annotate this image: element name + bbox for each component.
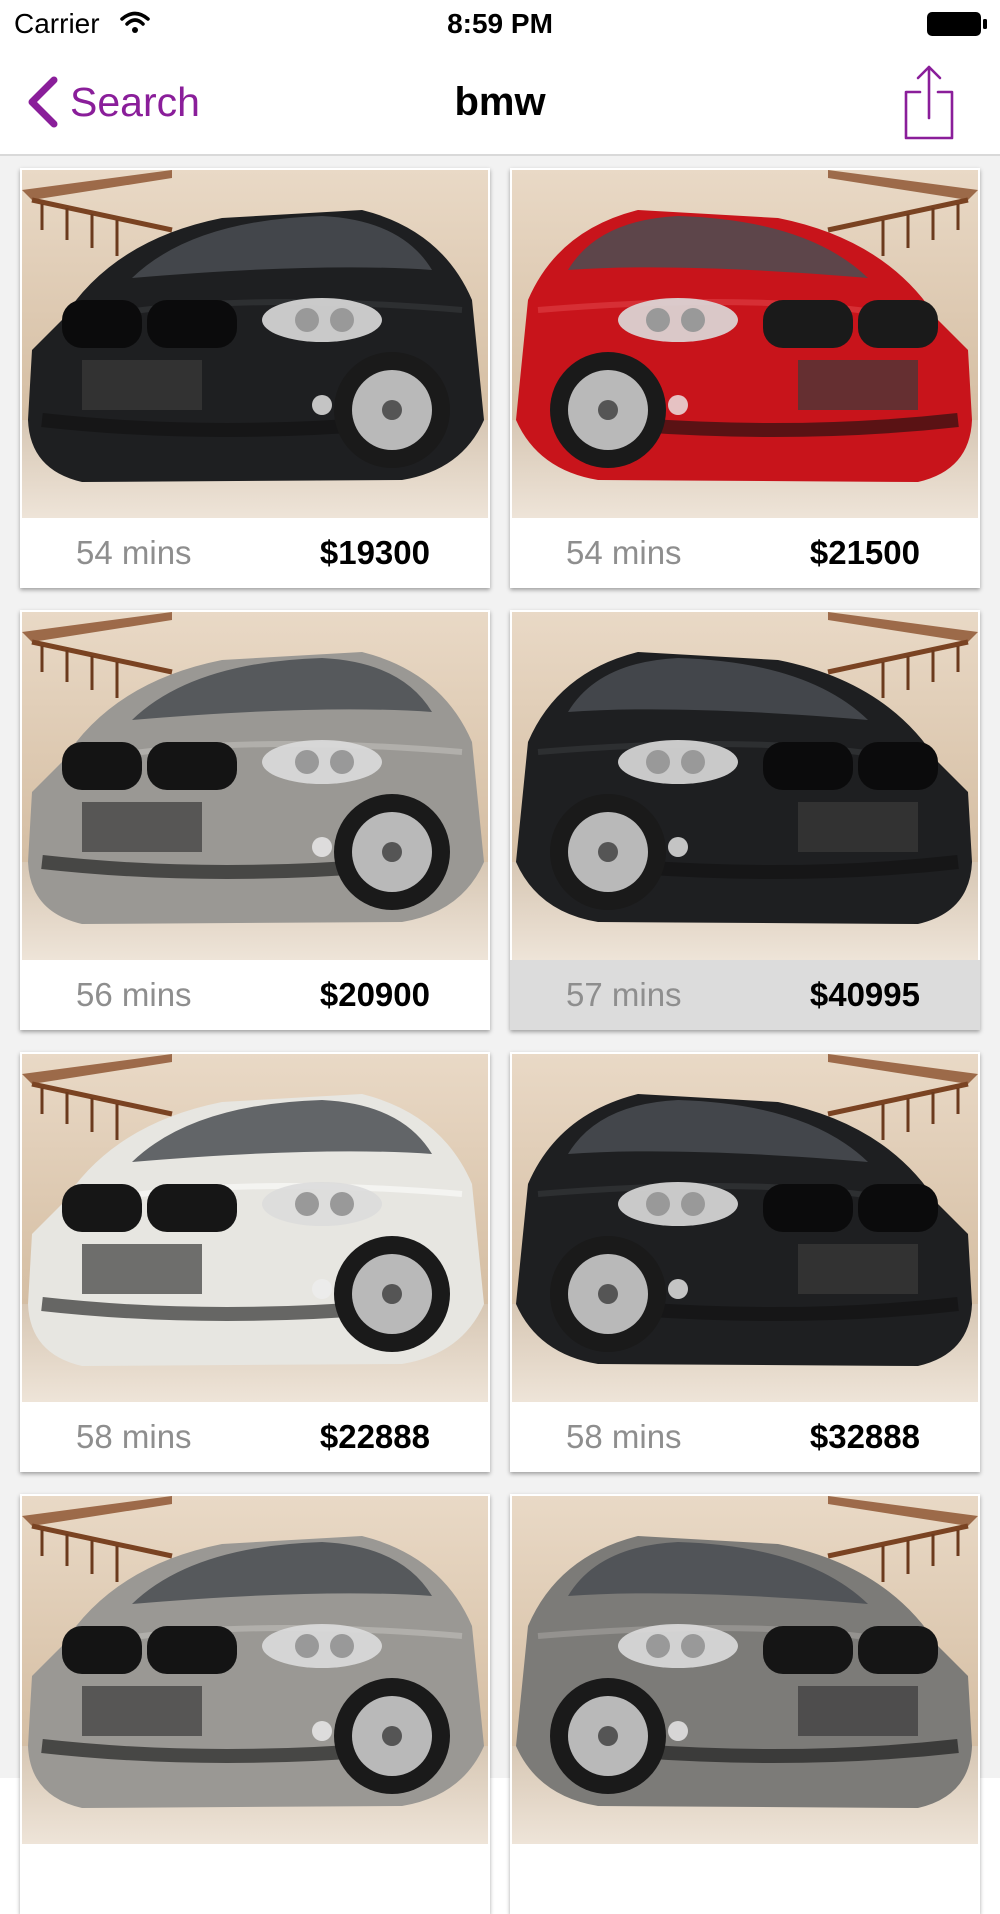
listing-price: $40995 [809, 976, 920, 1013]
listing-time: 58 mins [76, 1418, 192, 1455]
back-button[interactable]: Search [26, 72, 200, 132]
card-footer: 54 mins $19300 [20, 518, 490, 588]
listing-price: $32888 [809, 1418, 920, 1455]
listing-card[interactable] [20, 1494, 490, 1914]
card-footer: 58 mins $22888 [20, 1402, 490, 1472]
listing-card[interactable]: 54 mins $21500 [510, 168, 980, 588]
card-footer: 57 mins $40995 [510, 960, 980, 1030]
listing-grid: 54 mins $19300 54 mins $21500 56 mins $20900 5… [0, 156, 1000, 1914]
listing-price: $22888 [319, 1418, 430, 1455]
listing-card[interactable]: 57 mins $40995 [510, 610, 980, 1030]
car-photo [22, 1496, 488, 1844]
car-photo [22, 170, 488, 518]
car-photo [512, 1054, 978, 1402]
card-footer: 58 mins $32888 [510, 1402, 980, 1472]
listing-time: 56 mins [76, 976, 192, 1013]
listing-card[interactable]: 56 mins $20900 [20, 610, 490, 1030]
listing-time: 54 mins [566, 534, 682, 571]
car-photo [22, 1054, 488, 1402]
status-bar: Carrier 8:59 PM [0, 0, 1000, 50]
car-photo [512, 612, 978, 960]
listing-price: $19300 [319, 534, 430, 571]
listing-price: $21500 [809, 534, 920, 571]
card-footer [20, 1844, 490, 1914]
back-label: Search [70, 78, 200, 125]
listing-card[interactable] [510, 1494, 980, 1914]
status-time: 8:59 PM [447, 8, 553, 39]
listing-time: 54 mins [76, 534, 192, 571]
chevron-left-icon [28, 76, 58, 128]
card-footer [510, 1844, 980, 1914]
listing-card[interactable]: 58 mins $22888 [20, 1052, 490, 1472]
navigation-bar: Search bmw [0, 50, 1000, 156]
share-button[interactable] [900, 64, 958, 140]
share-icon [904, 65, 954, 140]
listing-time: 58 mins [566, 1418, 682, 1455]
listing-card[interactable]: 54 mins $19300 [20, 168, 490, 588]
car-photo [512, 1496, 978, 1844]
listing-price: $20900 [319, 976, 430, 1013]
car-photo [512, 170, 978, 518]
listing-time: 57 mins [566, 976, 682, 1013]
card-footer: 56 mins $20900 [20, 960, 490, 1030]
listing-card[interactable]: 58 mins $32888 [510, 1052, 980, 1472]
battery-icon [927, 12, 987, 36]
car-photo [22, 612, 488, 960]
card-footer: 54 mins $21500 [510, 518, 980, 588]
